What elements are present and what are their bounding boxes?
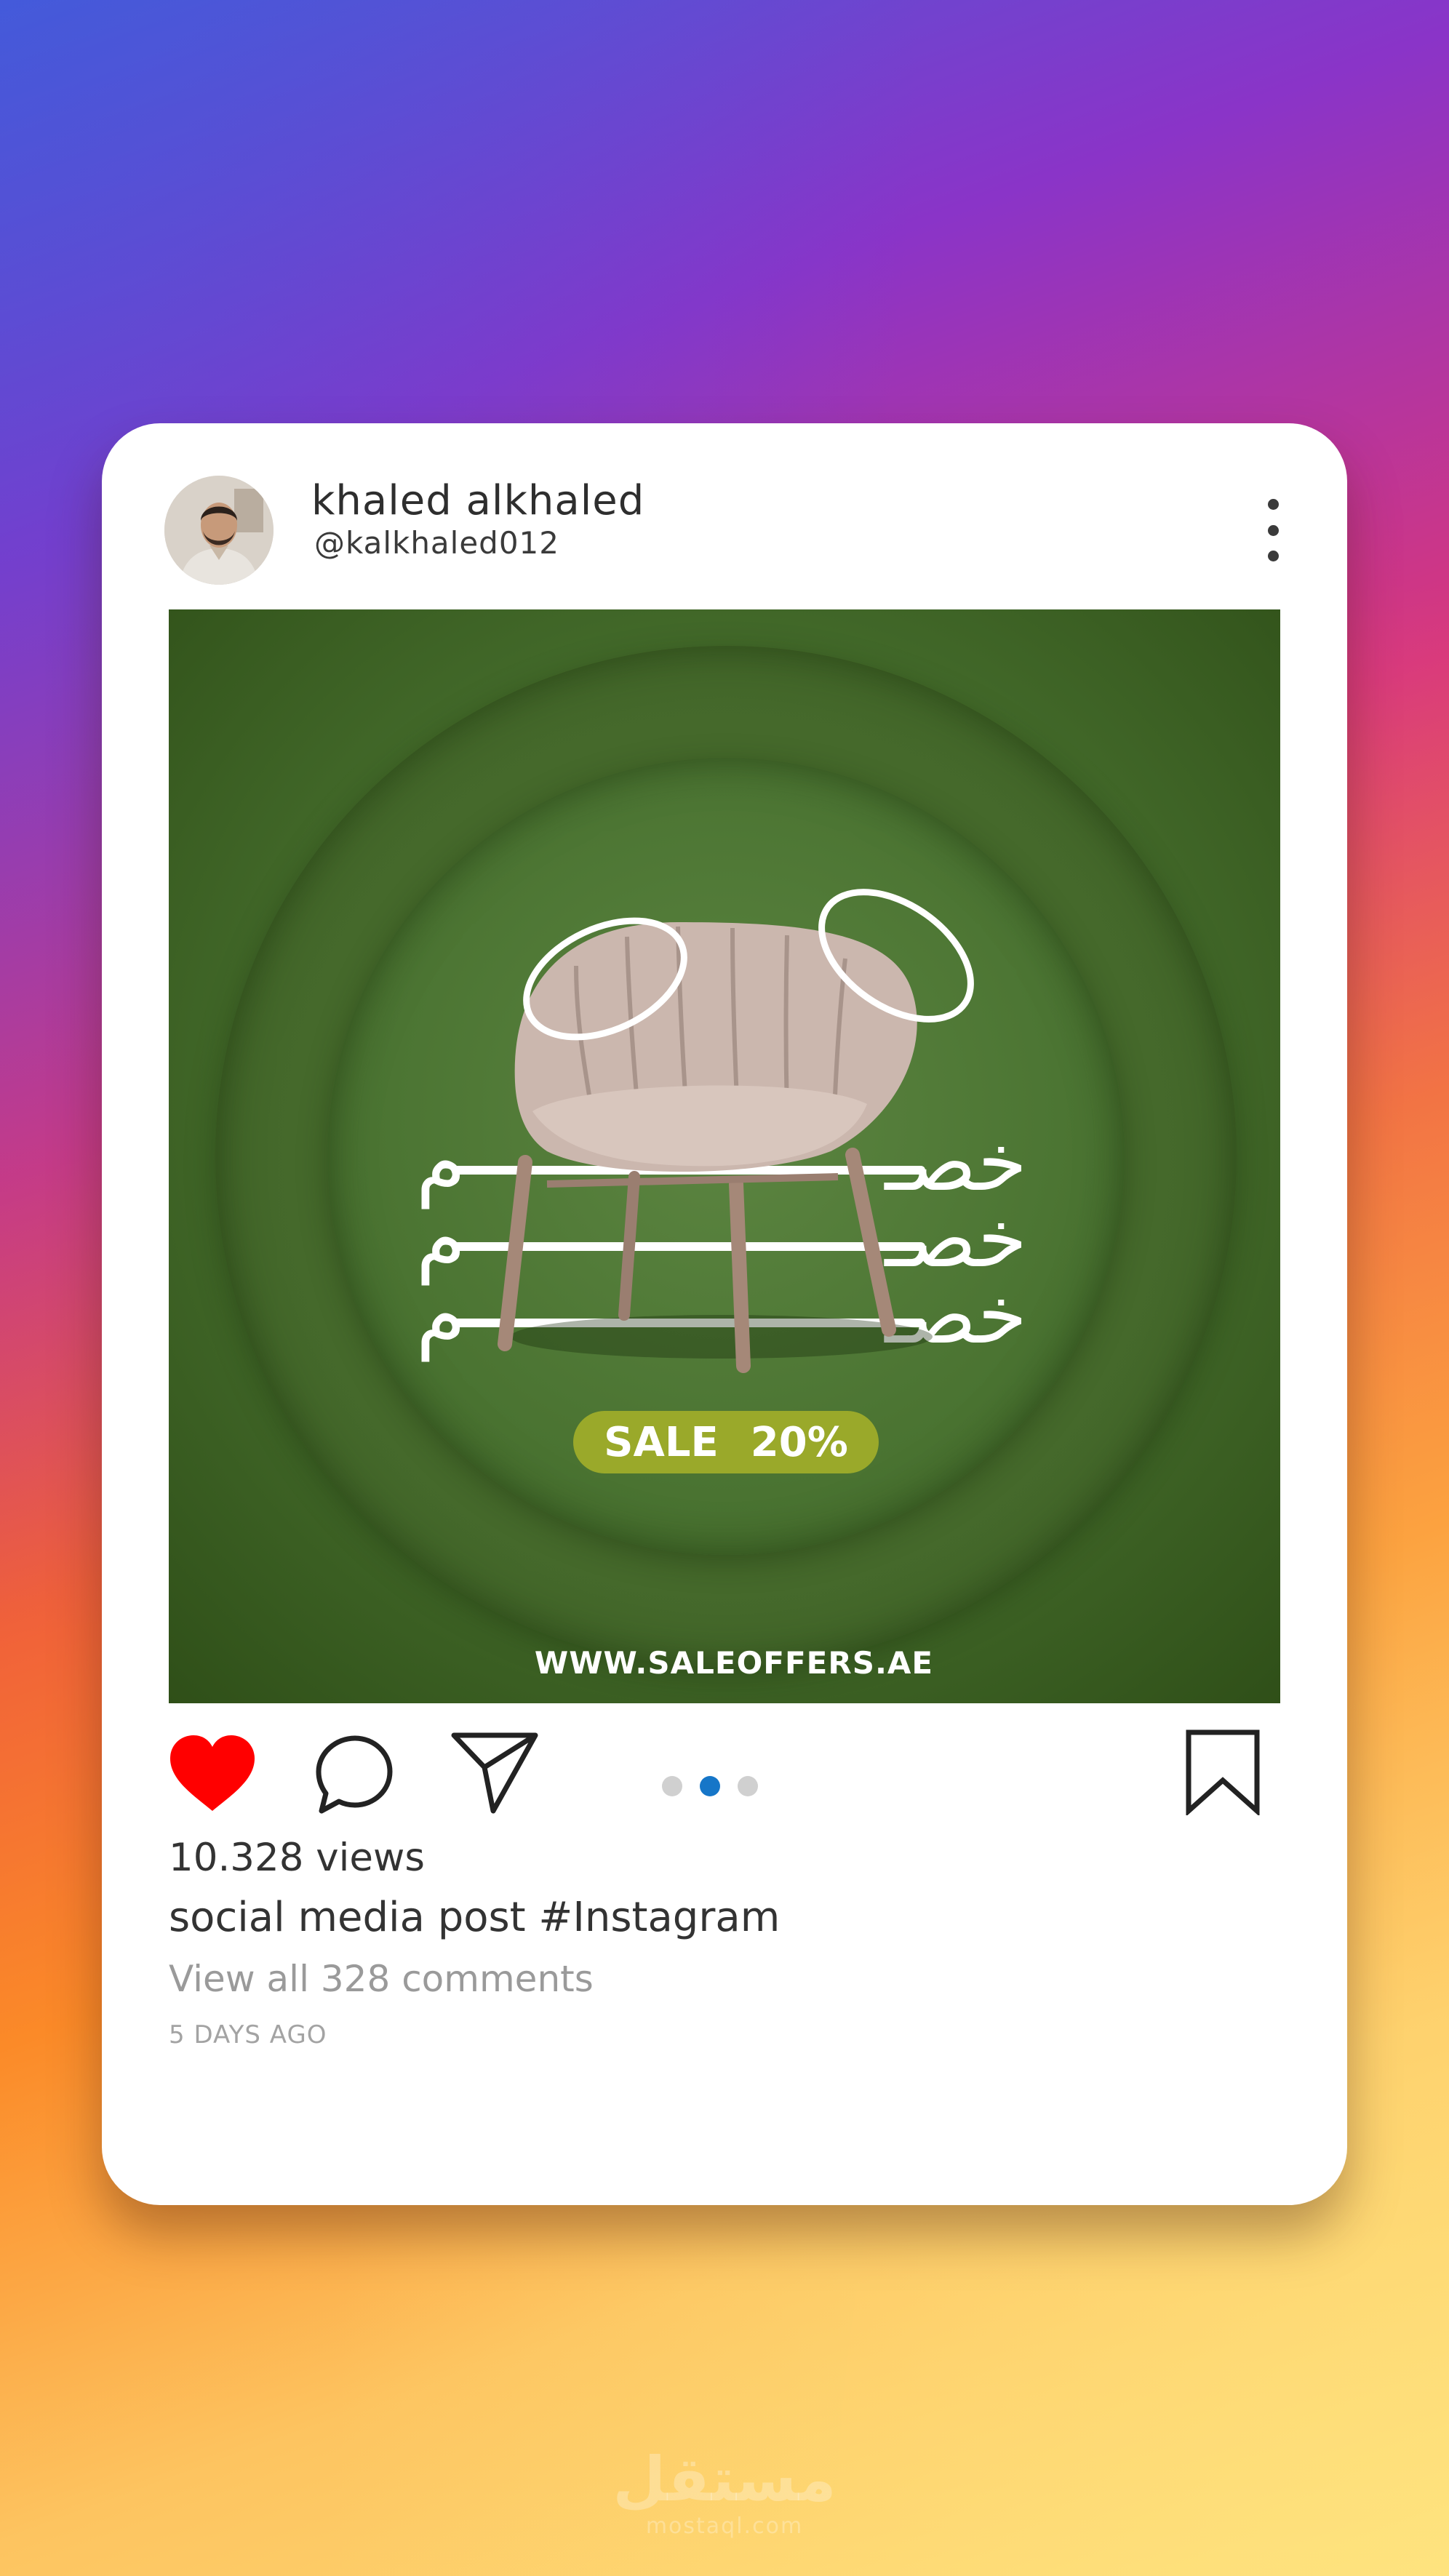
view-comments-link[interactable]: View all 328 comments <box>169 1958 594 2000</box>
instagram-post-card: khaled alkhaled @kalkhaled012 م خصـ م خص… <box>102 423 1347 2205</box>
sale-badge: SALE 20% <box>573 1411 879 1473</box>
carousel-dot-active[interactable] <box>700 1776 720 1796</box>
views-count: 10.328 views <box>169 1836 425 1880</box>
chair-illustration <box>498 889 974 1373</box>
heart-icon[interactable] <box>166 1732 259 1814</box>
watermark-logo: مستقل <box>612 2444 837 2515</box>
post-timestamp: 5 DAYS AGO <box>169 2020 327 2049</box>
avatar[interactable] <box>164 476 274 585</box>
carousel-dot[interactable] <box>662 1776 682 1796</box>
user-handle[interactable]: @kalkhaled012 <box>314 525 559 561</box>
website-text: WWW.SALEOFFERS.AE <box>534 1645 934 1681</box>
watermark-domain: mostaql.com <box>645 2513 804 2539</box>
send-icon[interactable] <box>450 1729 541 1817</box>
comment-icon[interactable] <box>313 1732 397 1817</box>
post-caption: social media post #Instagram <box>169 1894 781 1941</box>
bookmark-icon[interactable] <box>1183 1728 1263 1815</box>
carousel-indicator[interactable] <box>662 1776 758 1796</box>
carousel-dot[interactable] <box>738 1776 758 1796</box>
post-image[interactable]: م خصـ م خصـ م خصـ SALE 20% WWW.SALEOFFER… <box>169 609 1280 1703</box>
more-vertical-icon[interactable] <box>1258 499 1288 561</box>
username[interactable]: khaled alkhaled <box>311 477 644 524</box>
